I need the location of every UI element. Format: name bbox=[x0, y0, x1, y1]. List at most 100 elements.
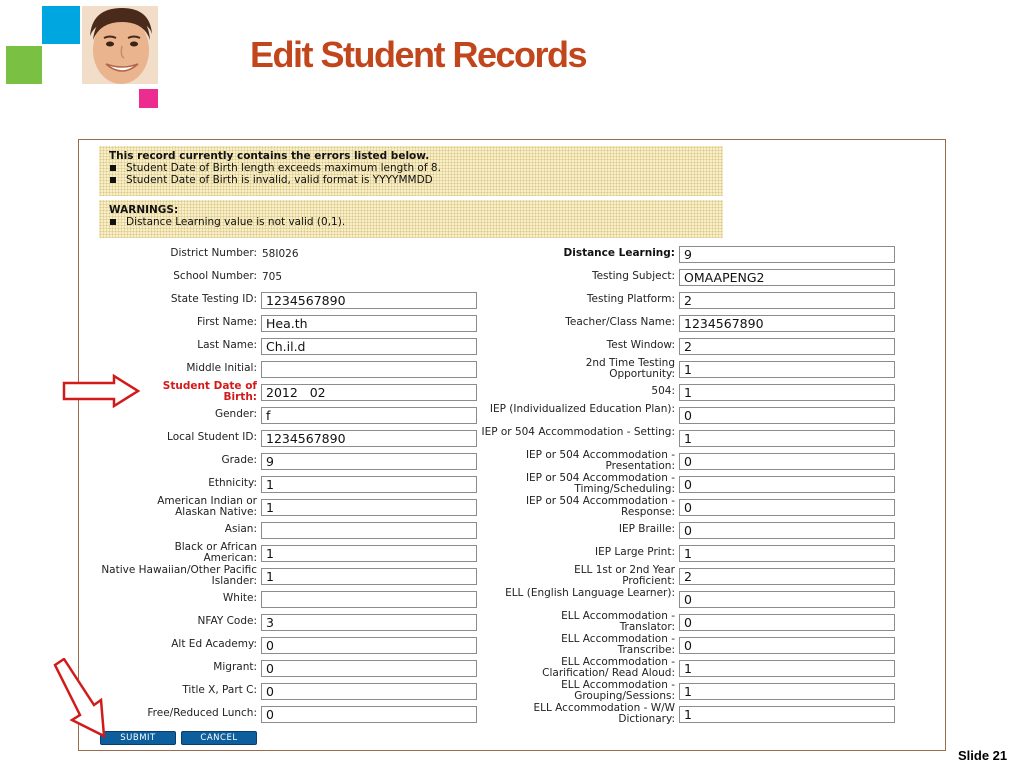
edit-record-form: This record currently contains the error… bbox=[78, 139, 946, 751]
label-accommodation-response: IEP or 504 Accommodation - Response: bbox=[525, 495, 675, 518]
input-american-indian[interactable]: 1 bbox=[261, 499, 477, 516]
input-middle-initial[interactable] bbox=[261, 361, 477, 378]
bullet-icon bbox=[110, 218, 116, 225]
bullet-icon bbox=[110, 176, 116, 183]
label-district-number: District Number: bbox=[170, 247, 257, 259]
input-free-reduced-lunch[interactable]: 0 bbox=[261, 706, 477, 723]
input-ell[interactable]: 0 bbox=[679, 591, 895, 608]
label-accommodation-timing: IEP or 504 Accommodation - Timing/Schedu… bbox=[525, 472, 675, 495]
label-grade: Grade: bbox=[221, 454, 257, 466]
input-accommodation-response[interactable]: 0 bbox=[679, 499, 895, 516]
input-asian[interactable] bbox=[261, 522, 477, 539]
input-ell-translator[interactable]: 0 bbox=[679, 614, 895, 631]
input-student-date-of-birth[interactable]: 2012 02 bbox=[261, 384, 477, 401]
input-native-hawaiian[interactable]: 1 bbox=[261, 568, 477, 585]
label-ell-clarification: ELL Accommodation - Clarification/ Read … bbox=[542, 656, 675, 679]
input-last-name[interactable]: Ch.il.d bbox=[261, 338, 477, 355]
input-test-window[interactable]: 2 bbox=[679, 338, 895, 355]
input-alt-ed-academy[interactable]: 0 bbox=[261, 637, 477, 654]
label-distance-learning: Distance Learning: bbox=[563, 247, 676, 259]
warning-heading: WARNINGS: bbox=[109, 204, 179, 216]
input-ell-transcribe[interactable]: 0 bbox=[679, 637, 895, 654]
input-local-student-id[interactable]: 1234567890 bbox=[261, 430, 477, 447]
label-black-african-american: Black or African American: bbox=[174, 541, 257, 564]
input-white[interactable] bbox=[261, 591, 477, 608]
error-heading: This record currently contains the error… bbox=[109, 150, 430, 162]
input-ell-clarification[interactable]: 1 bbox=[679, 660, 895, 677]
input-state-testing-id[interactable]: 1234567890 bbox=[261, 292, 477, 309]
value-district-number: 58I026 bbox=[262, 248, 299, 260]
label-testing-platform: Testing Platform: bbox=[586, 293, 675, 305]
input-gender[interactable]: f bbox=[261, 407, 477, 424]
label-alt-ed-academy: Alt Ed Academy: bbox=[171, 638, 257, 650]
decor-square-pink bbox=[139, 89, 158, 108]
label-testing-subject: Testing Subject: bbox=[591, 270, 675, 282]
input-ell-grouping[interactable]: 1 bbox=[679, 683, 895, 700]
slide-title: Edit Student Records bbox=[250, 34, 588, 75]
input-iep-large-print[interactable]: 1 bbox=[679, 545, 895, 562]
input-teacher-class-name[interactable]: 1234567890 bbox=[679, 315, 895, 332]
label-migrant: Migrant: bbox=[213, 661, 257, 673]
input-accommodation-timing[interactable]: 0 bbox=[679, 476, 895, 493]
input-iep[interactable]: 0 bbox=[679, 407, 895, 424]
label-native-hawaiian: Native Hawaiian/Other Pacific Islander: bbox=[101, 564, 257, 587]
label-2nd-time-testing: 2nd Time Testing Opportunity: bbox=[585, 357, 675, 380]
label-iep-braille: IEP Braille: bbox=[618, 523, 675, 535]
input-black-african-american[interactable]: 1 bbox=[261, 545, 477, 562]
label-american-indian: American Indian or Alaskan Native: bbox=[157, 495, 257, 518]
cancel-button[interactable]: CANCEL bbox=[181, 731, 257, 745]
input-2nd-time-testing[interactable]: 1 bbox=[679, 361, 895, 378]
label-accommodation-setting: IEP or 504 Accommodation - Setting: bbox=[481, 426, 675, 438]
slide-number: Slide 21 bbox=[958, 748, 1008, 763]
input-ell-1st-2nd-year[interactable]: 2 bbox=[679, 568, 895, 585]
label-middle-initial: Middle Initial: bbox=[186, 362, 257, 374]
value-school-number: 705 bbox=[262, 271, 283, 283]
label-ell-transcribe: ELL Accommodation - Transcribe: bbox=[561, 633, 675, 656]
label-ell: ELL (English Language Learner): bbox=[505, 587, 675, 599]
label-iep: IEP (Individualized Education Plan): bbox=[489, 403, 675, 415]
input-iep-braille[interactable]: 0 bbox=[679, 522, 895, 539]
label-title-x-part-c: Title X, Part C: bbox=[182, 684, 257, 696]
label-iep-large-print: IEP Large Print: bbox=[595, 546, 675, 558]
label-504: 504: bbox=[651, 385, 675, 397]
label-student-date-of-birth: Student Date of Birth: bbox=[162, 380, 257, 403]
label-state-testing-id: State Testing ID: bbox=[170, 293, 257, 305]
decor-square-blue bbox=[42, 6, 80, 44]
input-first-name[interactable]: Hea.th bbox=[261, 315, 477, 332]
smiling-man-photo bbox=[82, 6, 158, 84]
input-testing-subject[interactable]: OMAAPENG2 bbox=[679, 269, 895, 286]
input-distance-learning[interactable]: 9 bbox=[679, 246, 895, 263]
label-local-student-id: Local Student ID: bbox=[167, 431, 257, 443]
label-asian: Asian: bbox=[224, 523, 257, 535]
input-504[interactable]: 1 bbox=[679, 384, 895, 401]
input-grade[interactable]: 9 bbox=[261, 453, 477, 470]
error-item: Student Date of Birth length exceeds max… bbox=[109, 162, 713, 174]
label-ell-translator: ELL Accommodation - Translator: bbox=[561, 610, 675, 633]
block-arrow-right-icon bbox=[62, 374, 140, 408]
input-ethnicity[interactable]: 1 bbox=[261, 476, 477, 493]
error-item: Student Date of Birth is invalid, valid … bbox=[109, 174, 713, 186]
warning-message-box: WARNINGS: Distance Learning value is not… bbox=[99, 200, 723, 238]
error-message-box: This record currently contains the error… bbox=[99, 146, 723, 196]
label-school-number: School Number: bbox=[173, 270, 257, 282]
input-accommodation-setting[interactable]: 1 bbox=[679, 430, 895, 447]
input-title-x-part-c[interactable]: 0 bbox=[261, 683, 477, 700]
label-nfay-code: NFAY Code: bbox=[197, 615, 257, 627]
input-nfay-code[interactable]: 3 bbox=[261, 614, 477, 631]
diagonal-arrow-icon bbox=[53, 658, 106, 739]
input-testing-platform[interactable]: 2 bbox=[679, 292, 895, 309]
label-ell-ww-dictionary: ELL Accommodation - W/W Dictionary: bbox=[533, 702, 676, 725]
label-ell-1st-2nd-year: ELL 1st or 2nd Year Proficient: bbox=[574, 564, 675, 587]
label-first-name: First Name: bbox=[197, 316, 257, 328]
label-free-reduced-lunch: Free/Reduced Lunch: bbox=[147, 707, 257, 719]
label-ell-grouping: ELL Accommodation - Grouping/Sessions: bbox=[561, 679, 675, 702]
submit-button[interactable]: SUBMIT bbox=[100, 731, 176, 745]
input-ell-ww-dictionary[interactable]: 1 bbox=[679, 706, 895, 723]
label-test-window: Test Window: bbox=[606, 339, 675, 351]
label-accommodation-presentation: IEP or 504 Accommodation - Presentation: bbox=[525, 449, 675, 472]
warning-item: Distance Learning value is not valid (0,… bbox=[109, 216, 713, 228]
input-accommodation-presentation[interactable]: 0 bbox=[679, 453, 895, 470]
input-migrant[interactable]: 0 bbox=[261, 660, 477, 677]
label-white: White: bbox=[222, 592, 257, 604]
decor-square-green bbox=[6, 46, 42, 84]
